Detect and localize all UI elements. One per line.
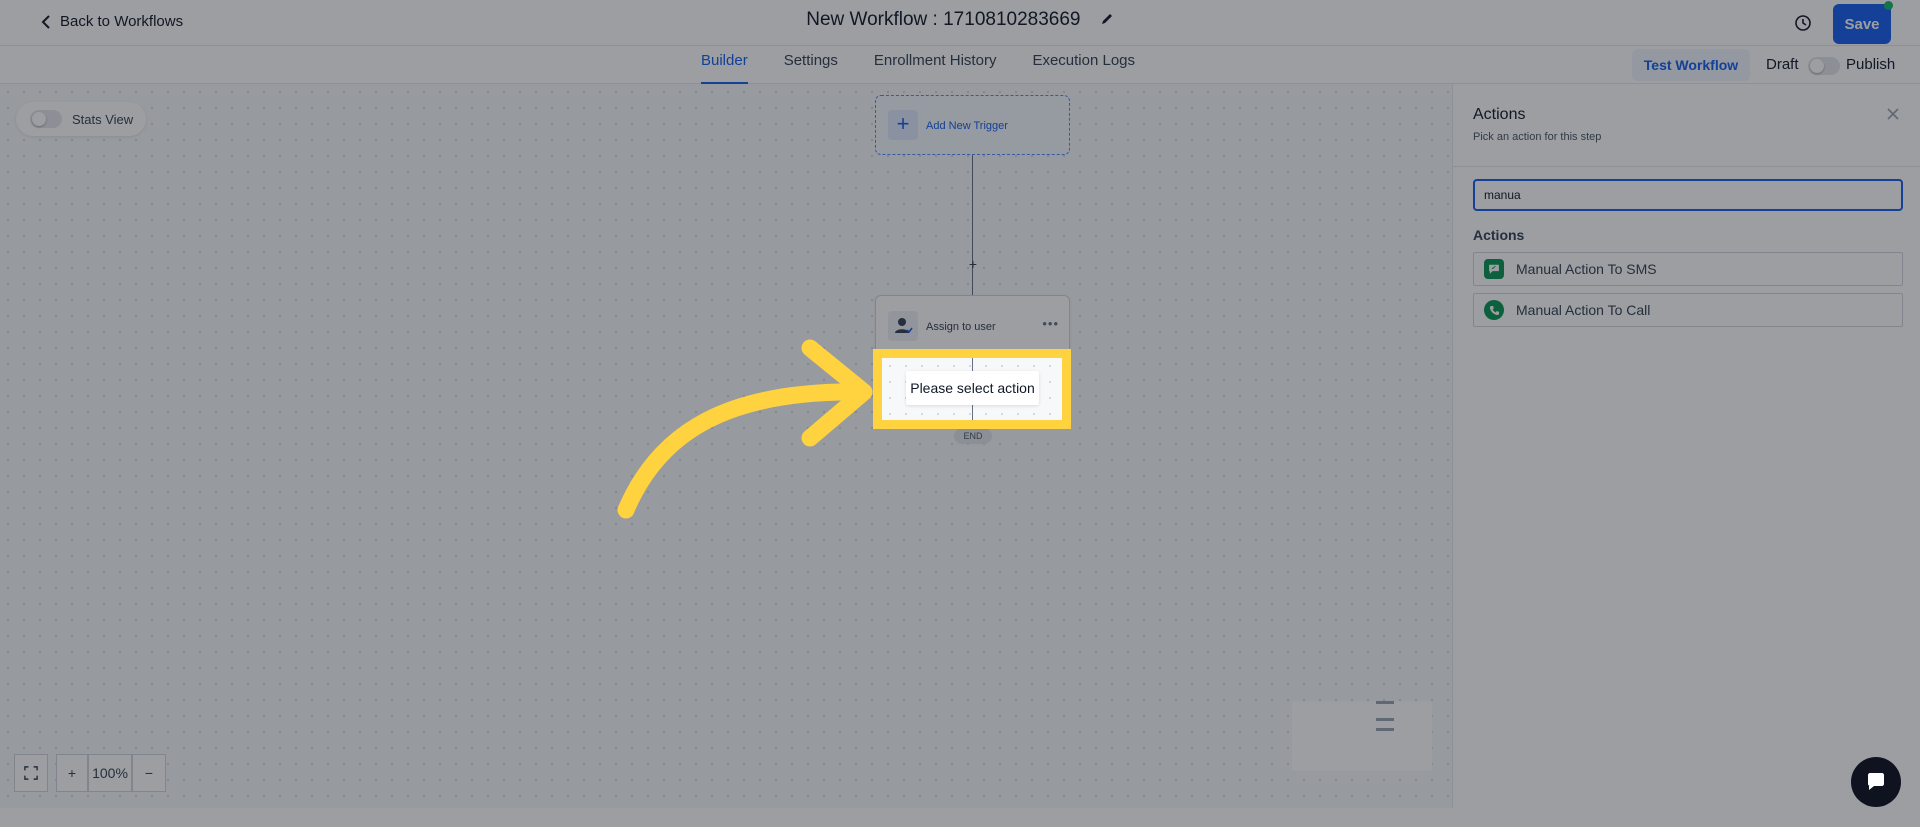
action-item-label: Manual Action To Call (1516, 302, 1651, 318)
tab-execution-logs[interactable]: Execution Logs (1032, 46, 1135, 84)
end-node: END (954, 428, 992, 444)
pencil-icon[interactable] (1100, 12, 1114, 26)
stats-toggle-switch[interactable] (30, 110, 62, 128)
sms-icon (1484, 259, 1504, 279)
footer-strip (0, 808, 1920, 827)
stats-view-toggle[interactable]: Stats View (16, 102, 146, 136)
action-search-input[interactable] (1473, 179, 1903, 211)
panel-divider (1453, 166, 1920, 167)
plus-icon: + (888, 110, 918, 140)
expand-icon (24, 766, 38, 780)
top-bar: Back to Workflows New Workflow : 1710810… (0, 0, 1920, 46)
draft-label: Draft (1766, 56, 1799, 73)
add-trigger-node[interactable]: + Add New Trigger (875, 95, 1070, 155)
test-workflow-button[interactable]: Test Workflow (1632, 49, 1750, 81)
minimap[interactable] (1292, 701, 1432, 771)
connector-line (972, 155, 973, 295)
zoom-level: 100% (88, 754, 132, 792)
save-button[interactable]: Save (1833, 4, 1891, 44)
panel-title: Actions (1473, 106, 1526, 123)
close-icon[interactable] (1885, 106, 1901, 122)
tutorial-arrow-icon (617, 339, 873, 519)
action-node-label: Assign to user (926, 321, 996, 333)
action-item-label: Manual Action To SMS (1516, 261, 1657, 277)
actions-section-label: Actions (1473, 227, 1525, 243)
add-step-button[interactable]: + (966, 256, 980, 272)
publish-toggle[interactable] (1808, 57, 1840, 75)
actions-panel: Actions Pick an action for this step Act… (1452, 84, 1920, 808)
select-action-placeholder[interactable]: Please select action (906, 371, 1039, 405)
assign-to-user-node[interactable]: Assign to user ••• (875, 295, 1070, 355)
workflow-tabs: Builder Settings Enrollment History Exec… (701, 46, 1135, 84)
workflow-title-text: New Workflow : 1710810283669 (806, 9, 1081, 30)
add-trigger-label: Add New Trigger (926, 120, 1008, 132)
history-icon[interactable] (1794, 14, 1812, 32)
tab-settings[interactable]: Settings (784, 46, 838, 84)
phone-icon (1484, 300, 1504, 320)
panel-subtitle: Pick an action for this step (1473, 131, 1602, 143)
zoom-out-button[interactable]: − (132, 754, 166, 792)
highlighted-select-action[interactable]: Please select action (873, 349, 1071, 429)
action-item-manual-call[interactable]: Manual Action To Call (1473, 293, 1903, 327)
workflow-title: New Workflow : 1710810283669 (0, 9, 1920, 31)
stats-view-label: Stats View (72, 111, 134, 127)
more-options-icon[interactable]: ••• (1042, 316, 1059, 331)
sub-navigation-bar: Builder Settings Enrollment History Exec… (0, 46, 1920, 84)
assign-user-icon (888, 311, 918, 341)
publish-label: Publish (1846, 56, 1896, 73)
tab-enrollment-history[interactable]: Enrollment History (874, 46, 997, 84)
action-item-manual-sms[interactable]: Manual Action To SMS (1473, 252, 1903, 286)
chat-widget-button[interactable] (1851, 757, 1901, 807)
chat-icon (1868, 773, 1884, 790)
tab-builder[interactable]: Builder (701, 46, 748, 84)
zoom-in-button[interactable]: + (56, 754, 88, 792)
unsaved-indicator (1884, 1, 1893, 10)
fit-view-button[interactable] (14, 754, 48, 792)
